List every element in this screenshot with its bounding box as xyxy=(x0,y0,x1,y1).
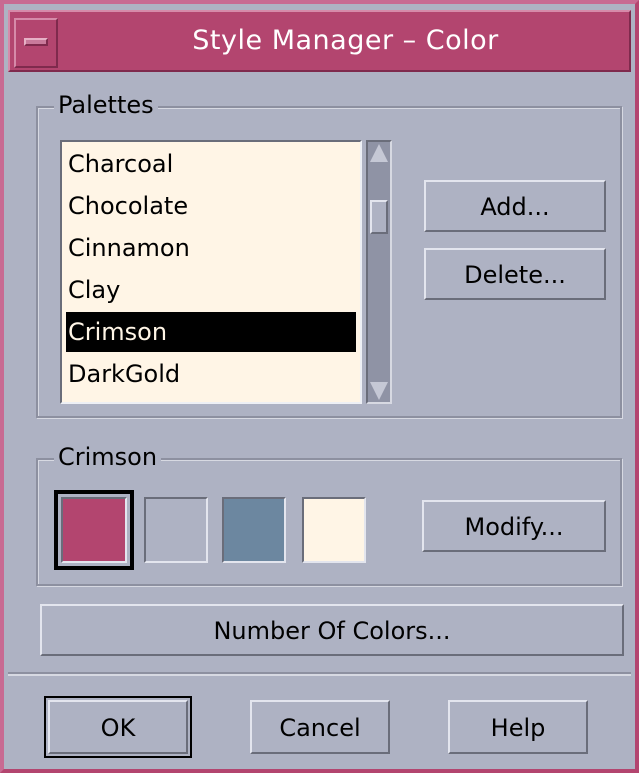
color-swatch-3[interactable] xyxy=(222,497,286,563)
delete-palette-button[interactable]: Delete... xyxy=(424,248,606,300)
list-item[interactable]: Chocolate xyxy=(66,186,356,226)
palette-list[interactable]: Charcoal Chocolate Cinnamon Clay Crimson… xyxy=(60,140,362,404)
list-item[interactable]: Clay xyxy=(66,270,356,310)
color-swatch-1[interactable] xyxy=(61,497,127,563)
list-item-selected[interactable]: Crimson xyxy=(66,312,356,352)
scroll-down-arrow-icon[interactable] xyxy=(370,382,388,400)
palette-list-scrollbar[interactable] xyxy=(366,140,392,404)
title-bar[interactable]: Style Manager – Color xyxy=(8,10,631,72)
modify-color-button[interactable]: Modify... xyxy=(422,500,606,552)
scroll-thumb[interactable] xyxy=(370,200,388,234)
color-swatch-2[interactable] xyxy=(144,497,208,563)
number-of-colors-button[interactable]: Number Of Colors... xyxy=(40,604,624,656)
palette-colors-label: Crimson xyxy=(54,442,162,472)
palettes-label: Palettes xyxy=(54,90,158,120)
add-palette-button[interactable]: Add... xyxy=(424,180,606,232)
style-manager-color-window: Style Manager – Color Palettes Charcoal … xyxy=(0,0,639,773)
window-title: Style Manager – Color xyxy=(192,25,499,56)
scroll-up-arrow-icon[interactable] xyxy=(370,144,388,162)
ok-button[interactable]: OK xyxy=(44,696,192,758)
list-item[interactable]: DarkGold xyxy=(66,354,356,394)
window-menu-button[interactable] xyxy=(14,18,58,68)
list-item[interactable]: Cinnamon xyxy=(66,228,356,268)
list-item[interactable]: Charcoal xyxy=(66,144,356,184)
dialog-separator xyxy=(8,672,631,676)
help-button[interactable]: Help xyxy=(448,700,588,754)
window-menu-icon xyxy=(24,38,48,46)
cancel-button[interactable]: Cancel xyxy=(250,700,390,754)
color-swatch-4[interactable] xyxy=(302,497,366,563)
